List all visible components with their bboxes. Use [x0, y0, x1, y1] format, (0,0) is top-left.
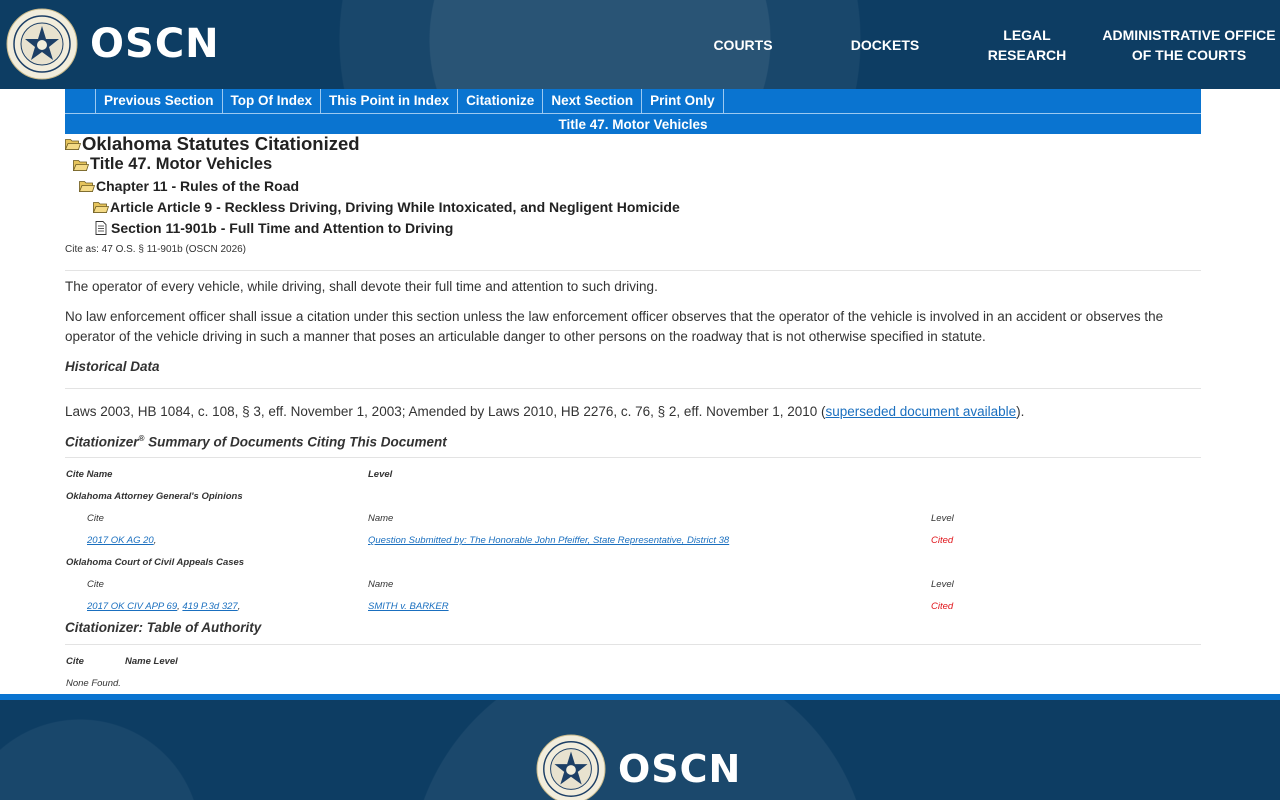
col-header-cite-name: Cite Name	[66, 469, 113, 480]
top-of-index-button[interactable]: Top Of Index	[223, 89, 322, 113]
heading-text: Citationizer	[65, 434, 139, 450]
divider	[65, 388, 1201, 389]
logo-text: OSCN	[90, 21, 220, 67]
citationize-button[interactable]: Citationize	[458, 89, 544, 113]
title-bar: Title 47. Motor Vehicles	[65, 113, 1201, 134]
sub-header-cite: Cite	[87, 513, 104, 524]
table-of-authority-heading: Citationizer: Table of Authority	[65, 620, 262, 635]
tree-level-chapter[interactable]: Chapter 11 - Rules of the Road	[65, 175, 1201, 196]
tree-label: Section 11-901b - Full Time and Attentio…	[111, 219, 454, 236]
tree-level-section[interactable]: Section 11-901b - Full Time and Attentio…	[65, 217, 1201, 238]
open-folder-icon	[93, 201, 109, 213]
nav-courts[interactable]: COURTS	[672, 0, 814, 89]
table-row-cite: 2017 OK AG 20,	[87, 535, 156, 546]
citation-level: Cited	[931, 535, 954, 546]
citation-level: Cited	[931, 601, 954, 612]
sub-header-level: Level	[931, 579, 954, 590]
cite-separator: ,	[237, 601, 241, 612]
this-point-in-index-button[interactable]: This Point in Index	[321, 89, 459, 113]
statute-paragraph-2: No law enforcement officer shall issue a…	[65, 309, 1164, 344]
nav-legal-research[interactable]: LEGAL RESEARCH	[956, 0, 1098, 89]
group-name-ag-opinions: Oklahoma Attorney General's Opinions	[66, 491, 243, 502]
historical-text-end: ).	[1016, 404, 1025, 419]
cite-link[interactable]: 2017 OK CIV APP 69	[87, 601, 177, 612]
sub-header-cite: Cite	[87, 579, 104, 590]
group-name-civ-app-cases: Oklahoma Court of Civil Appeals Cases	[66, 557, 245, 568]
cite-separator: ,	[153, 535, 157, 546]
nav-dockets[interactable]: DOCKETS	[814, 0, 956, 89]
print-only-button[interactable]: Print Only	[642, 89, 724, 113]
col-header-cite: Cite	[66, 656, 84, 667]
index-tree: Oklahoma Statutes Citationized Title 47.…	[65, 133, 1201, 238]
table-row-cite: 2017 OK CIV APP 69, 419 P.3d 327,	[87, 601, 240, 612]
table-row-name: SMITH v. BARKER	[368, 601, 449, 612]
table-row-name: Question Submitted by: The Honorable Joh…	[368, 535, 729, 546]
tree-level-statutes[interactable]: Oklahoma Statutes Citationized	[65, 133, 1201, 154]
footer-logo-text: OSCN	[618, 747, 742, 791]
sub-header-name: Name	[368, 513, 394, 524]
supreme-court-seal-icon	[6, 8, 78, 80]
next-section-button[interactable]: Next Section	[543, 89, 643, 113]
open-folder-icon	[79, 180, 95, 192]
superseded-document-link[interactable]: superseded document available	[825, 404, 1016, 419]
previous-section-button[interactable]: Previous Section	[96, 89, 223, 113]
historical-text: Laws 2003, HB 1084, c. 108, § 3, eff. No…	[65, 402, 1201, 422]
none-found-text: None Found.	[66, 678, 121, 689]
historical-data-heading: Historical Data	[65, 359, 160, 374]
toolbar-spacer	[65, 89, 96, 113]
sub-header-name: Name	[368, 579, 394, 590]
divider	[65, 644, 1201, 645]
section-toolbar: Previous Section Top Of Index This Point…	[65, 89, 1201, 113]
tree-level-title[interactable]: Title 47. Motor Vehicles	[65, 154, 1201, 175]
tree-label: Title 47. Motor Vehicles	[90, 155, 273, 173]
col-header-name-level: Name Level	[125, 656, 178, 667]
citationizer-summary-heading: Citationizer® Summary of Documents Citin…	[65, 434, 447, 450]
statute-paragraph-1: The operator of every vehicle, while dri…	[65, 279, 658, 294]
open-folder-icon	[65, 139, 81, 150]
col-header-level: Level	[368, 469, 393, 480]
footer-logo[interactable]: OSCN	[536, 734, 741, 800]
cite-link[interactable]: 2017 OK AG 20	[87, 535, 154, 546]
divider	[65, 270, 1201, 271]
tree-label: Article Article 9 - Reckless Driving, Dr…	[110, 198, 680, 215]
oscn-home-link[interactable]: OSCN	[6, 8, 220, 80]
historical-text-main: Laws 2003, HB 1084, c. 108, § 3, eff. No…	[65, 404, 826, 419]
tree-label: Oklahoma Statutes Citationized	[82, 133, 360, 154]
tree-level-article[interactable]: Article Article 9 - Reckless Driving, Dr…	[65, 196, 1201, 217]
main-nav: COURTS DOCKETS LEGAL RESEARCH ADMINISTRA…	[672, 0, 1280, 89]
open-folder-icon	[73, 159, 89, 171]
sub-header-level: Level	[931, 513, 954, 524]
divider	[65, 457, 1201, 458]
heading-text-rest: Summary of Documents Citing This Documen…	[144, 434, 447, 450]
site-footer: OSCN	[0, 700, 1280, 800]
supreme-court-seal-icon	[536, 734, 606, 800]
cite-as-text: Cite as: 47 O.S. § 11-901b (OSCN 2026)	[65, 244, 247, 255]
tree-label: Chapter 11 - Rules of the Road	[96, 177, 300, 194]
cite-separator: ,	[177, 601, 180, 612]
case-name-link[interactable]: SMITH v. BARKER	[368, 601, 449, 612]
case-name-link[interactable]: Question Submitted by: The Honorable Joh…	[368, 535, 729, 546]
site-header: OSCN COURTS DOCKETS LEGAL RESEARCH ADMIN…	[0, 0, 1280, 89]
document-icon	[95, 220, 107, 235]
nav-administrative-office[interactable]: ADMINISTRATIVE OFFICE OF THE COURTS	[1098, 0, 1280, 89]
reporter-cite-link[interactable]: 419 P.3d 327	[182, 601, 237, 612]
